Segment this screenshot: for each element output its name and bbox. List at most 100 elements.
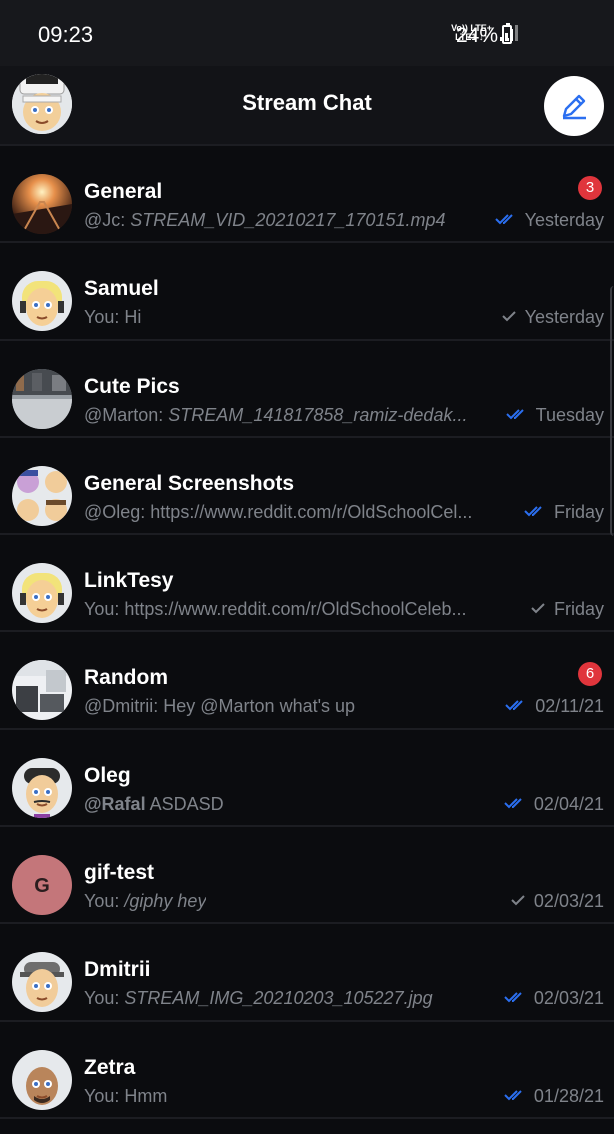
preview-text: ASDASD xyxy=(145,793,224,814)
status-bar: 09:23 Vo)) LTE+ LTE1 ↓↑ 24% xyxy=(0,0,614,66)
status-time: 09:23 xyxy=(38,22,94,47)
double-check-icon xyxy=(504,988,526,1009)
channel-row[interactable]: General @Jc: STREAM_VID_20210217_170151.… xyxy=(0,146,614,244)
message-preview: @Jc: STREAM_VID_20210217_170151.mp4 xyxy=(84,210,446,231)
double-check-icon xyxy=(504,1086,526,1107)
check-icon xyxy=(530,599,546,620)
check-icon xyxy=(501,307,517,328)
message-meta: 02/03/21 xyxy=(510,891,604,912)
preview-prefix: You: xyxy=(84,307,125,328)
app-header: Stream Chat xyxy=(0,66,614,146)
compose-button[interactable] xyxy=(544,76,604,136)
message-preview: @Marton: STREAM_141817858_ramiz-dedak... xyxy=(84,405,467,426)
channel-row[interactable]: Cute Pics @Marton: STREAM_141817858_rami… xyxy=(0,340,614,438)
double-check-icon xyxy=(504,794,526,815)
message-date: Yesterday xyxy=(524,210,604,230)
channel-name: Dmitrii xyxy=(84,958,151,982)
channel-avatar-icon xyxy=(12,1049,72,1110)
preview-prefix: You: xyxy=(84,988,125,1009)
preview-text: Hi xyxy=(124,307,142,328)
preview-text: STREAM_IMG_20210203_105227.jpg xyxy=(124,988,433,1009)
preview-prefix: @Marton: xyxy=(84,404,169,425)
message-meta: 02/11/21 xyxy=(505,696,604,717)
channel-name: Random xyxy=(84,666,168,690)
battery-icon xyxy=(502,23,512,44)
message-date: 01/28/21 xyxy=(533,1085,604,1106)
channel-row[interactable]: Random @Dmitrii: Hey @Marton what's up 0… xyxy=(0,632,614,730)
message-meta: 01/28/21 xyxy=(504,1086,604,1107)
double-check-icon xyxy=(524,502,546,523)
preview-prefix: You: xyxy=(84,1085,125,1106)
preview-prefix: @Dmitrii: xyxy=(84,696,164,717)
double-check-icon xyxy=(505,696,527,717)
preview-text: STREAM_VID_20210217_170151.mp4 xyxy=(130,210,446,230)
channel-name: General Screenshots xyxy=(84,471,295,495)
channel-name: LinkTesy xyxy=(84,569,174,593)
message-meta: 02/04/21 xyxy=(504,794,604,815)
message-preview: @Rafal ASDASD xyxy=(84,794,224,815)
pencil-icon xyxy=(562,94,586,120)
message-meta: 02/03/21 xyxy=(504,988,604,1009)
channel-list: General @Jc: STREAM_VID_20210217_170151.… xyxy=(0,146,614,1119)
battery-percent: 24% xyxy=(456,24,499,47)
message-preview: You: /giphy hey xyxy=(84,891,206,912)
channel-row[interactable]: Oleg @Rafal ASDASD 02/04/21 xyxy=(0,729,614,828)
message-meta: Yesterday xyxy=(501,307,604,328)
message-date: Friday xyxy=(553,599,604,620)
channel-avatar-icon xyxy=(12,757,72,818)
preview-text: /giphy hey xyxy=(124,891,207,912)
message-date: 02/11/21 xyxy=(535,696,604,717)
message-date: 02/03/21 xyxy=(533,891,604,912)
channel-avatar-icon xyxy=(12,271,72,332)
message-meta: Yesterday xyxy=(494,210,604,231)
unread-badge: 6 xyxy=(578,662,602,687)
preview-text: Hey @Marton what's up xyxy=(163,696,356,717)
page-title: Stream Chat xyxy=(242,90,372,115)
preview-prefix: @Oleg: xyxy=(84,501,151,522)
channel-avatar-icon: G xyxy=(12,855,72,916)
channel-name: Samuel xyxy=(84,277,159,301)
message-date: 02/03/21 xyxy=(533,988,604,1009)
channel-row[interactable]: Zetra You: Hmm 01/28/21 xyxy=(0,1021,614,1119)
channel-row[interactable]: Samuel You: Hi Yesterday xyxy=(0,243,614,341)
check-icon xyxy=(510,891,526,912)
preview-prefix: You: xyxy=(84,599,125,620)
message-preview: You: Hmm xyxy=(84,1086,167,1107)
message-date: Yesterday xyxy=(524,307,604,328)
scrollbar[interactable] xyxy=(610,286,614,536)
channel-row[interactable]: General Screenshots @Oleg: https://www.r… xyxy=(0,437,614,536)
message-date: 02/04/21 xyxy=(533,793,604,814)
message-meta: Tuesday xyxy=(505,404,604,426)
message-meta: Friday xyxy=(524,502,604,523)
preview-prefix: @Jc: xyxy=(84,210,131,230)
preview-prefix: You: xyxy=(84,891,125,912)
channel-row[interactable]: LinkTesy You: https://www.reddit.com/r/O… xyxy=(0,535,614,633)
channel-avatar-icon xyxy=(12,465,72,526)
preview-text: https://www.reddit.com/r/OldSchoolCeleb.… xyxy=(124,599,467,620)
channel-name: gif-test xyxy=(84,861,154,885)
channel-row[interactable]: Dmitrii You: STREAM_IMG_20210203_105227.… xyxy=(0,924,614,1022)
message-preview: @Dmitrii: Hey @Marton what's up xyxy=(84,696,355,717)
channel-avatar-icon xyxy=(12,952,72,1013)
message-date: Tuesday xyxy=(535,404,604,425)
channel-avatar-icon xyxy=(12,563,72,624)
double-check-icon xyxy=(505,405,528,426)
channel-avatar-icon xyxy=(12,368,72,429)
channel-name: Oleg xyxy=(84,763,131,787)
double-check-icon xyxy=(494,210,517,231)
preview-text: Hmm xyxy=(124,1085,168,1106)
message-date: Friday xyxy=(553,501,604,522)
preview-text: STREAM_141817858_ramiz-dedak... xyxy=(168,404,468,425)
channel-row[interactable]: G gif-test You: /giphy hey 02/03/21 xyxy=(0,827,614,925)
mention: @Rafal xyxy=(84,793,146,814)
channel-avatar-icon xyxy=(12,174,72,234)
message-preview: You: https://www.reddit.com/r/OldSchoolC… xyxy=(84,599,467,620)
channel-name: Zetra xyxy=(84,1055,136,1079)
svg-text:G: G xyxy=(34,875,50,897)
unread-badge: 3 xyxy=(578,176,602,200)
channel-name: General xyxy=(84,180,163,203)
message-meta: Friday xyxy=(530,599,604,620)
message-preview: You: Hi xyxy=(84,307,141,328)
preview-text: https://www.reddit.com/r/OldSchoolCel... xyxy=(150,501,473,522)
channel-name: Cute Pics xyxy=(84,374,180,398)
